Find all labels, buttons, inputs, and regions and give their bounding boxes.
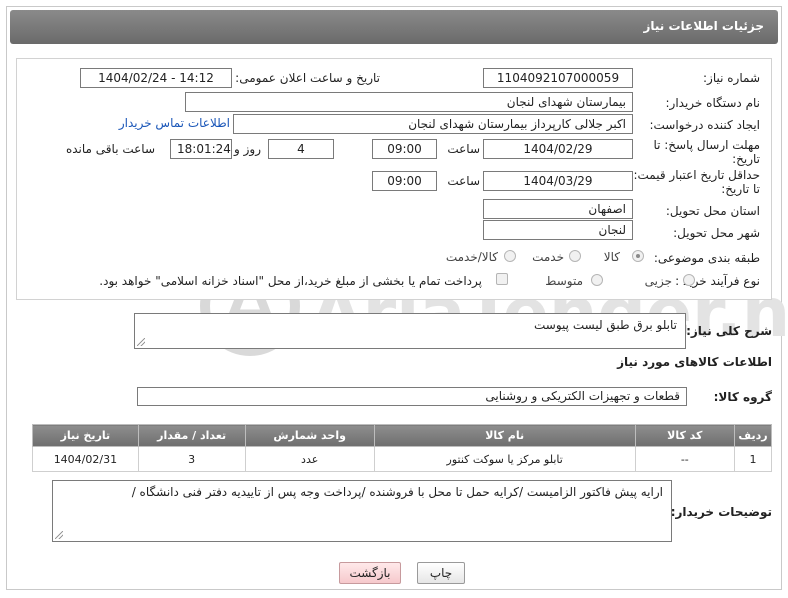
back-button[interactable]: بازگشت bbox=[339, 562, 401, 584]
need-number-label: شماره نیاز: bbox=[703, 71, 760, 85]
cell-code: -- bbox=[634, 446, 736, 472]
cell-row: 1 bbox=[734, 446, 772, 472]
reply-deadline-days-field[interactable]: 4 bbox=[268, 139, 334, 159]
category-label: طبقه بندی موضوعی: bbox=[653, 251, 760, 265]
category-service-option: خدمت bbox=[532, 250, 564, 264]
category-goods-radio[interactable] bbox=[632, 250, 644, 262]
price-validity-time-field[interactable]: 09:00 bbox=[372, 171, 437, 191]
category-goods-service-option: کالا/خدمت bbox=[445, 250, 498, 264]
resize-grip-icon[interactable] bbox=[137, 338, 145, 346]
category-goods-service-radio[interactable] bbox=[504, 250, 516, 262]
print-button[interactable]: چاپ bbox=[417, 562, 465, 584]
description-text: تابلو برق طبق لیست پیوست bbox=[534, 318, 677, 332]
goods-table: ردیف کد کالا نام کالا واحد شمارش تعداد /… bbox=[32, 424, 772, 474]
requester-field[interactable]: اکبر جلالی کارپرداز بیمارستان شهدای لنجا… bbox=[233, 114, 633, 134]
need-number-field[interactable]: 1104092107000059 bbox=[483, 68, 633, 88]
goods-info-title: اطلاعات کالاهای مورد نیاز bbox=[617, 355, 772, 369]
reply-deadline-label-line2: تاریخ: bbox=[732, 152, 760, 166]
col-name-header: نام کالا bbox=[373, 424, 636, 447]
delivery-city-label: شهر محل تحویل: bbox=[673, 226, 760, 240]
col-code-header: کد کالا bbox=[634, 424, 736, 447]
reply-deadline-time-field[interactable]: 09:00 bbox=[372, 139, 437, 159]
price-validity-date-field[interactable]: 1404/03/29 bbox=[483, 171, 633, 191]
goods-group-field[interactable]: قطعات و تجهیزات الکتریکی و روشنایی bbox=[137, 387, 687, 406]
col-unit-header: واحد شمارش bbox=[244, 424, 375, 447]
col-date-header: تاریخ نیاز bbox=[32, 424, 139, 447]
cell-unit: عدد bbox=[244, 446, 375, 472]
treasury-payment-checkbox[interactable] bbox=[496, 273, 508, 285]
delivery-province-field[interactable]: اصفهان bbox=[483, 199, 633, 219]
buyer-org-field[interactable]: بیمارستان شهدای لنجان bbox=[185, 92, 633, 112]
cell-name: تابلو مرکز یا سوکت کنتور bbox=[373, 446, 636, 472]
delivery-province-label: استان محل تحویل: bbox=[665, 204, 760, 218]
reply-deadline-days-label: روز و bbox=[234, 142, 261, 156]
page-title: جزئیات اطلاعات نیاز bbox=[643, 19, 764, 33]
page-header: جزئیات اطلاعات نیاز bbox=[10, 10, 778, 44]
col-qty-header: تعداد / مقدار bbox=[137, 424, 246, 447]
buyer-contact-link[interactable]: اطلاعات تماس خریدار bbox=[119, 116, 230, 130]
buyer-notes-text: ارایه پیش فاکتور الزامیست /کرایه حمل تا … bbox=[131, 485, 663, 499]
announce-datetime-label: تاریخ و ساعت اعلان عمومی: bbox=[235, 71, 380, 85]
description-label: شرح کلی نیاز: bbox=[686, 324, 772, 338]
resize-grip-icon[interactable] bbox=[55, 531, 63, 539]
requester-label: ایجاد کننده درخواست: bbox=[649, 118, 760, 132]
announce-datetime-field[interactable]: 1404/02/24 - 14:12 bbox=[80, 68, 232, 88]
category-service-radio[interactable] bbox=[569, 250, 581, 262]
price-validity-time-label: ساعت bbox=[447, 174, 480, 188]
goods-table-header-row: ردیف کد کالا نام کالا واحد شمارش تعداد /… bbox=[32, 424, 772, 447]
price-validity-label-line1: حداقل تاریخ اعتبار قیمت: bbox=[633, 168, 760, 182]
description-textarea[interactable]: تابلو برق طبق لیست پیوست bbox=[134, 313, 686, 349]
buyer-notes-label: توضیحات خریدار: bbox=[670, 505, 772, 519]
reply-deadline-time-label: ساعت bbox=[447, 142, 480, 156]
reply-deadline-label-line1: مهلت ارسال پاسخ: تا bbox=[653, 138, 760, 152]
process-medium-radio[interactable] bbox=[591, 274, 603, 286]
price-validity-label-line2: تا تاریخ: bbox=[721, 182, 760, 196]
cell-qty: 3 bbox=[137, 446, 246, 472]
reply-deadline-remaining-label: ساعت باقی مانده bbox=[65, 142, 155, 156]
cell-date: 1404/02/31 bbox=[32, 446, 139, 472]
delivery-city-field[interactable]: لنجان bbox=[483, 220, 633, 240]
process-medium-option: متوسط bbox=[545, 274, 583, 288]
process-minor-option: جزیی bbox=[644, 274, 672, 288]
col-row-header: ردیف bbox=[734, 424, 772, 447]
reply-deadline-remaining-field[interactable]: 18:01:24 bbox=[170, 139, 232, 159]
table-row[interactable]: 1 -- تابلو مرکز یا سوکت کنتور عدد 3 1404… bbox=[32, 446, 772, 472]
process-minor-radio[interactable] bbox=[683, 274, 695, 286]
treasury-payment-note: پرداخت تمام یا بخشی از مبلغ خرید،از محل … bbox=[99, 274, 482, 288]
category-goods-option: کالا bbox=[603, 250, 620, 264]
reply-deadline-date-field[interactable]: 1404/02/29 bbox=[483, 139, 633, 159]
buyer-org-label: نام دستگاه خریدار: bbox=[665, 96, 761, 110]
buyer-notes-textarea[interactable]: ارایه پیش فاکتور الزامیست /کرایه حمل تا … bbox=[52, 480, 672, 542]
goods-group-label: گروه کالا: bbox=[713, 390, 772, 404]
